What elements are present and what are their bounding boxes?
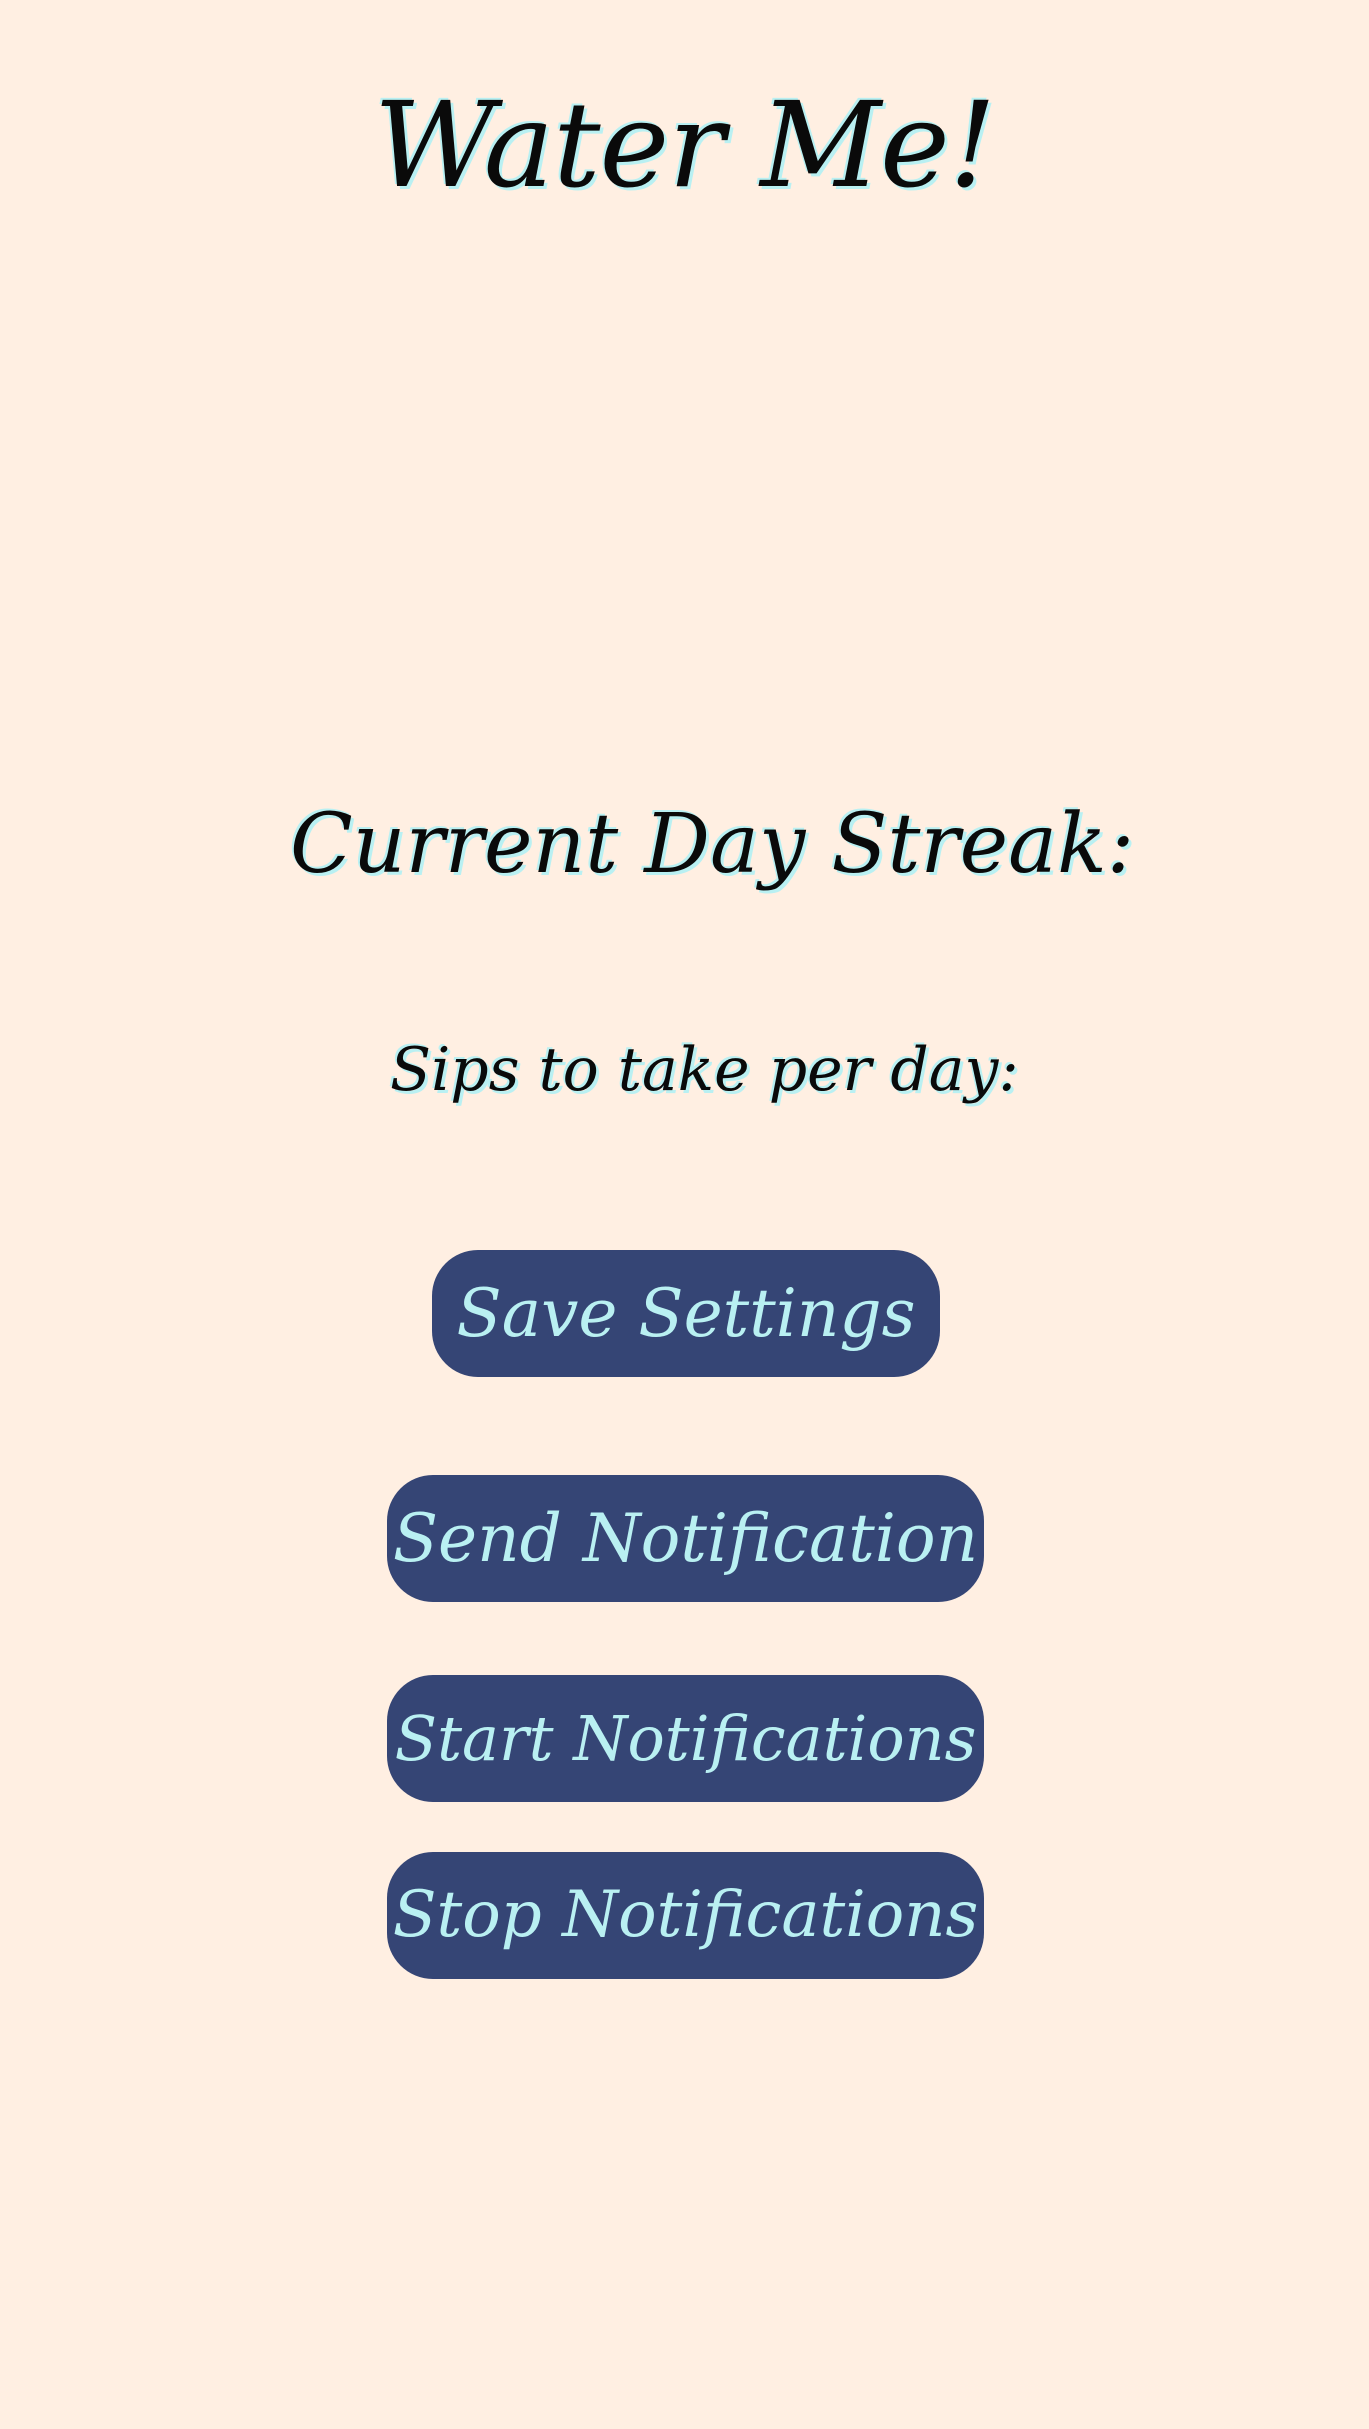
current-day-streak-label: Current Day Streak: [290, 797, 1135, 892]
send-notification-button[interactable]: Send Notification [387, 1475, 984, 1602]
start-notifications-button[interactable]: Start Notifications [387, 1675, 984, 1802]
sips-per-day-label: Sips to take per day: [390, 1035, 1019, 1105]
stop-notifications-button[interactable]: Stop Notifications [387, 1852, 984, 1979]
app-title: Water Me! [373, 76, 997, 214]
save-settings-button[interactable]: Save Settings [432, 1250, 940, 1377]
